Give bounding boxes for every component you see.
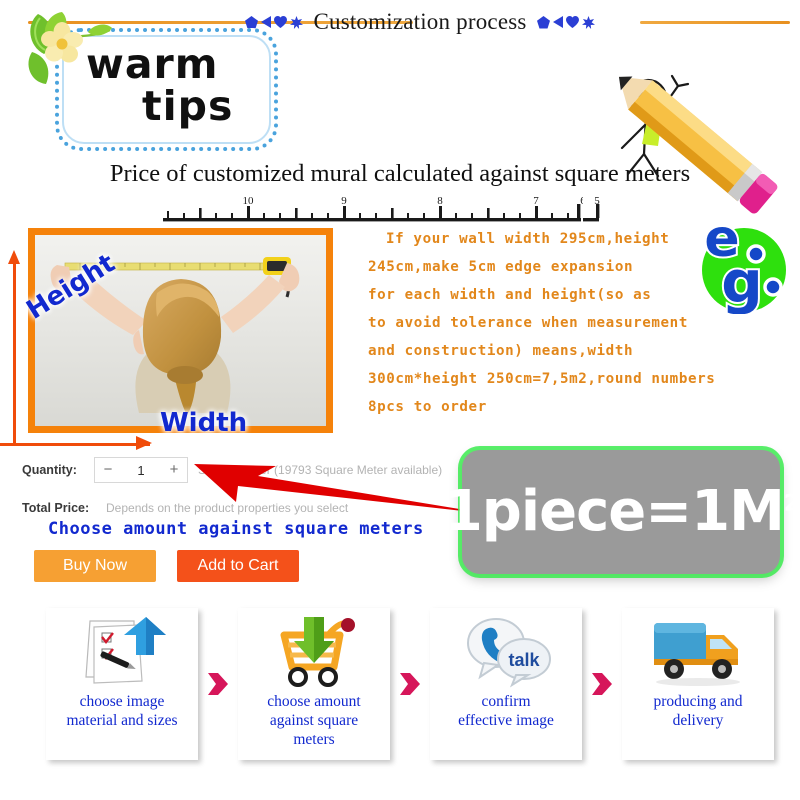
- star-shape-icon: [290, 15, 304, 29]
- process-step-3[interactable]: talk confirm effective image: [430, 608, 582, 760]
- customization-process-infographic: Customization process warm tips Price of…: [0, 0, 800, 800]
- warm-tips-line2: tips: [142, 82, 234, 130]
- process-step-2[interactable]: choose amount against square meters: [238, 608, 390, 760]
- checklist-pen-icon: [76, 614, 168, 690]
- page-title: Customization process: [313, 9, 527, 34]
- quantity-stepper[interactable]: − 1 +: [94, 457, 188, 483]
- total-price-label: Total Price:: [22, 501, 90, 515]
- add-to-cart-button[interactable]: Add to Cart: [177, 550, 299, 582]
- quantity-decrement-button[interactable]: −: [95, 458, 121, 482]
- flower-leaves-decoration-icon: [28, 12, 112, 84]
- process-step-3-label: confirm effective image: [458, 693, 554, 729]
- eg-example-logo-icon: e g: [702, 214, 786, 314]
- process-flow: choose image material and sizes choose a…: [46, 608, 776, 778]
- talk-bubble-phone-icon: talk: [460, 614, 552, 690]
- svg-text:talk: talk: [508, 650, 540, 670]
- pentagon-shape-icon: [536, 15, 550, 28]
- process-step-1[interactable]: choose image material and sizes: [46, 608, 198, 760]
- eg-letter-g: g: [721, 248, 763, 314]
- badge-superscript: 2: [783, 491, 799, 517]
- ruler-graphic: 10 9 8 7 6: [163, 196, 583, 222]
- height-axis-arrow-icon: [8, 250, 20, 264]
- ruler-tick-label: 7: [533, 196, 539, 207]
- page-title-row: Customization process: [220, 6, 620, 38]
- wall-measuring-photo: [28, 228, 333, 433]
- process-step-4-label: producing and delivery: [653, 693, 743, 729]
- header-rule-right: [640, 21, 790, 24]
- triangle-shape-icon: [552, 16, 563, 28]
- pentagon-shape-icon: [245, 15, 259, 28]
- pencil-stick-figure-icon: [618, 74, 778, 214]
- height-axis-line: [13, 255, 16, 445]
- note-line: to avoid tolerance when measurement: [368, 315, 688, 331]
- width-axis-line: [0, 443, 150, 446]
- star-shape-icon: [581, 15, 595, 29]
- ruler-tick-label: 9: [341, 196, 347, 207]
- ruler-tick-label: 8: [437, 196, 443, 207]
- process-step-1-label: choose image material and sizes: [66, 693, 178, 729]
- heart-shape-icon: [565, 16, 579, 28]
- chevron-right-icon: [592, 673, 612, 695]
- badge-main-text: 1piece=1M: [443, 479, 785, 544]
- quantity-input[interactable]: 1: [121, 463, 161, 478]
- note-line: 8pcs to order: [368, 399, 487, 415]
- action-buttons: Buy Now Add to Cart: [34, 550, 299, 582]
- chevron-right-icon: [208, 673, 228, 695]
- choose-amount-note: Choose amount against square meters: [48, 519, 424, 539]
- badge-text: 1piece=1M2: [444, 484, 799, 540]
- ruler-tick-label: 10: [243, 196, 255, 207]
- process-arrow-1: [198, 608, 238, 760]
- width-label: Width: [160, 408, 248, 438]
- note-line: and construction) means,width: [368, 343, 634, 359]
- heart-shape-icon: [274, 16, 288, 28]
- process-arrow-3: [582, 608, 622, 760]
- one-piece-equals-one-square-meter-badge: 1piece=1M2: [444, 450, 799, 574]
- process-step-2-label: choose amount against square meters: [267, 693, 361, 748]
- shopping-cart-download-icon: [268, 614, 360, 690]
- buy-now-button[interactable]: Buy Now: [34, 550, 156, 582]
- triangle-shape-icon: [261, 16, 272, 28]
- width-axis-arrow-icon: [136, 436, 152, 450]
- title-decoration-left: [245, 15, 304, 29]
- quantity-label: Quantity:: [22, 463, 77, 477]
- title-decoration-right: [536, 15, 595, 29]
- process-arrow-2: [390, 608, 430, 760]
- note-line: 300cm*height 250cm=7,5m2,round numbers: [368, 371, 716, 387]
- delivery-truck-icon: [650, 614, 746, 690]
- chevron-right-icon: [400, 673, 420, 695]
- process-step-4[interactable]: producing and delivery: [622, 608, 774, 760]
